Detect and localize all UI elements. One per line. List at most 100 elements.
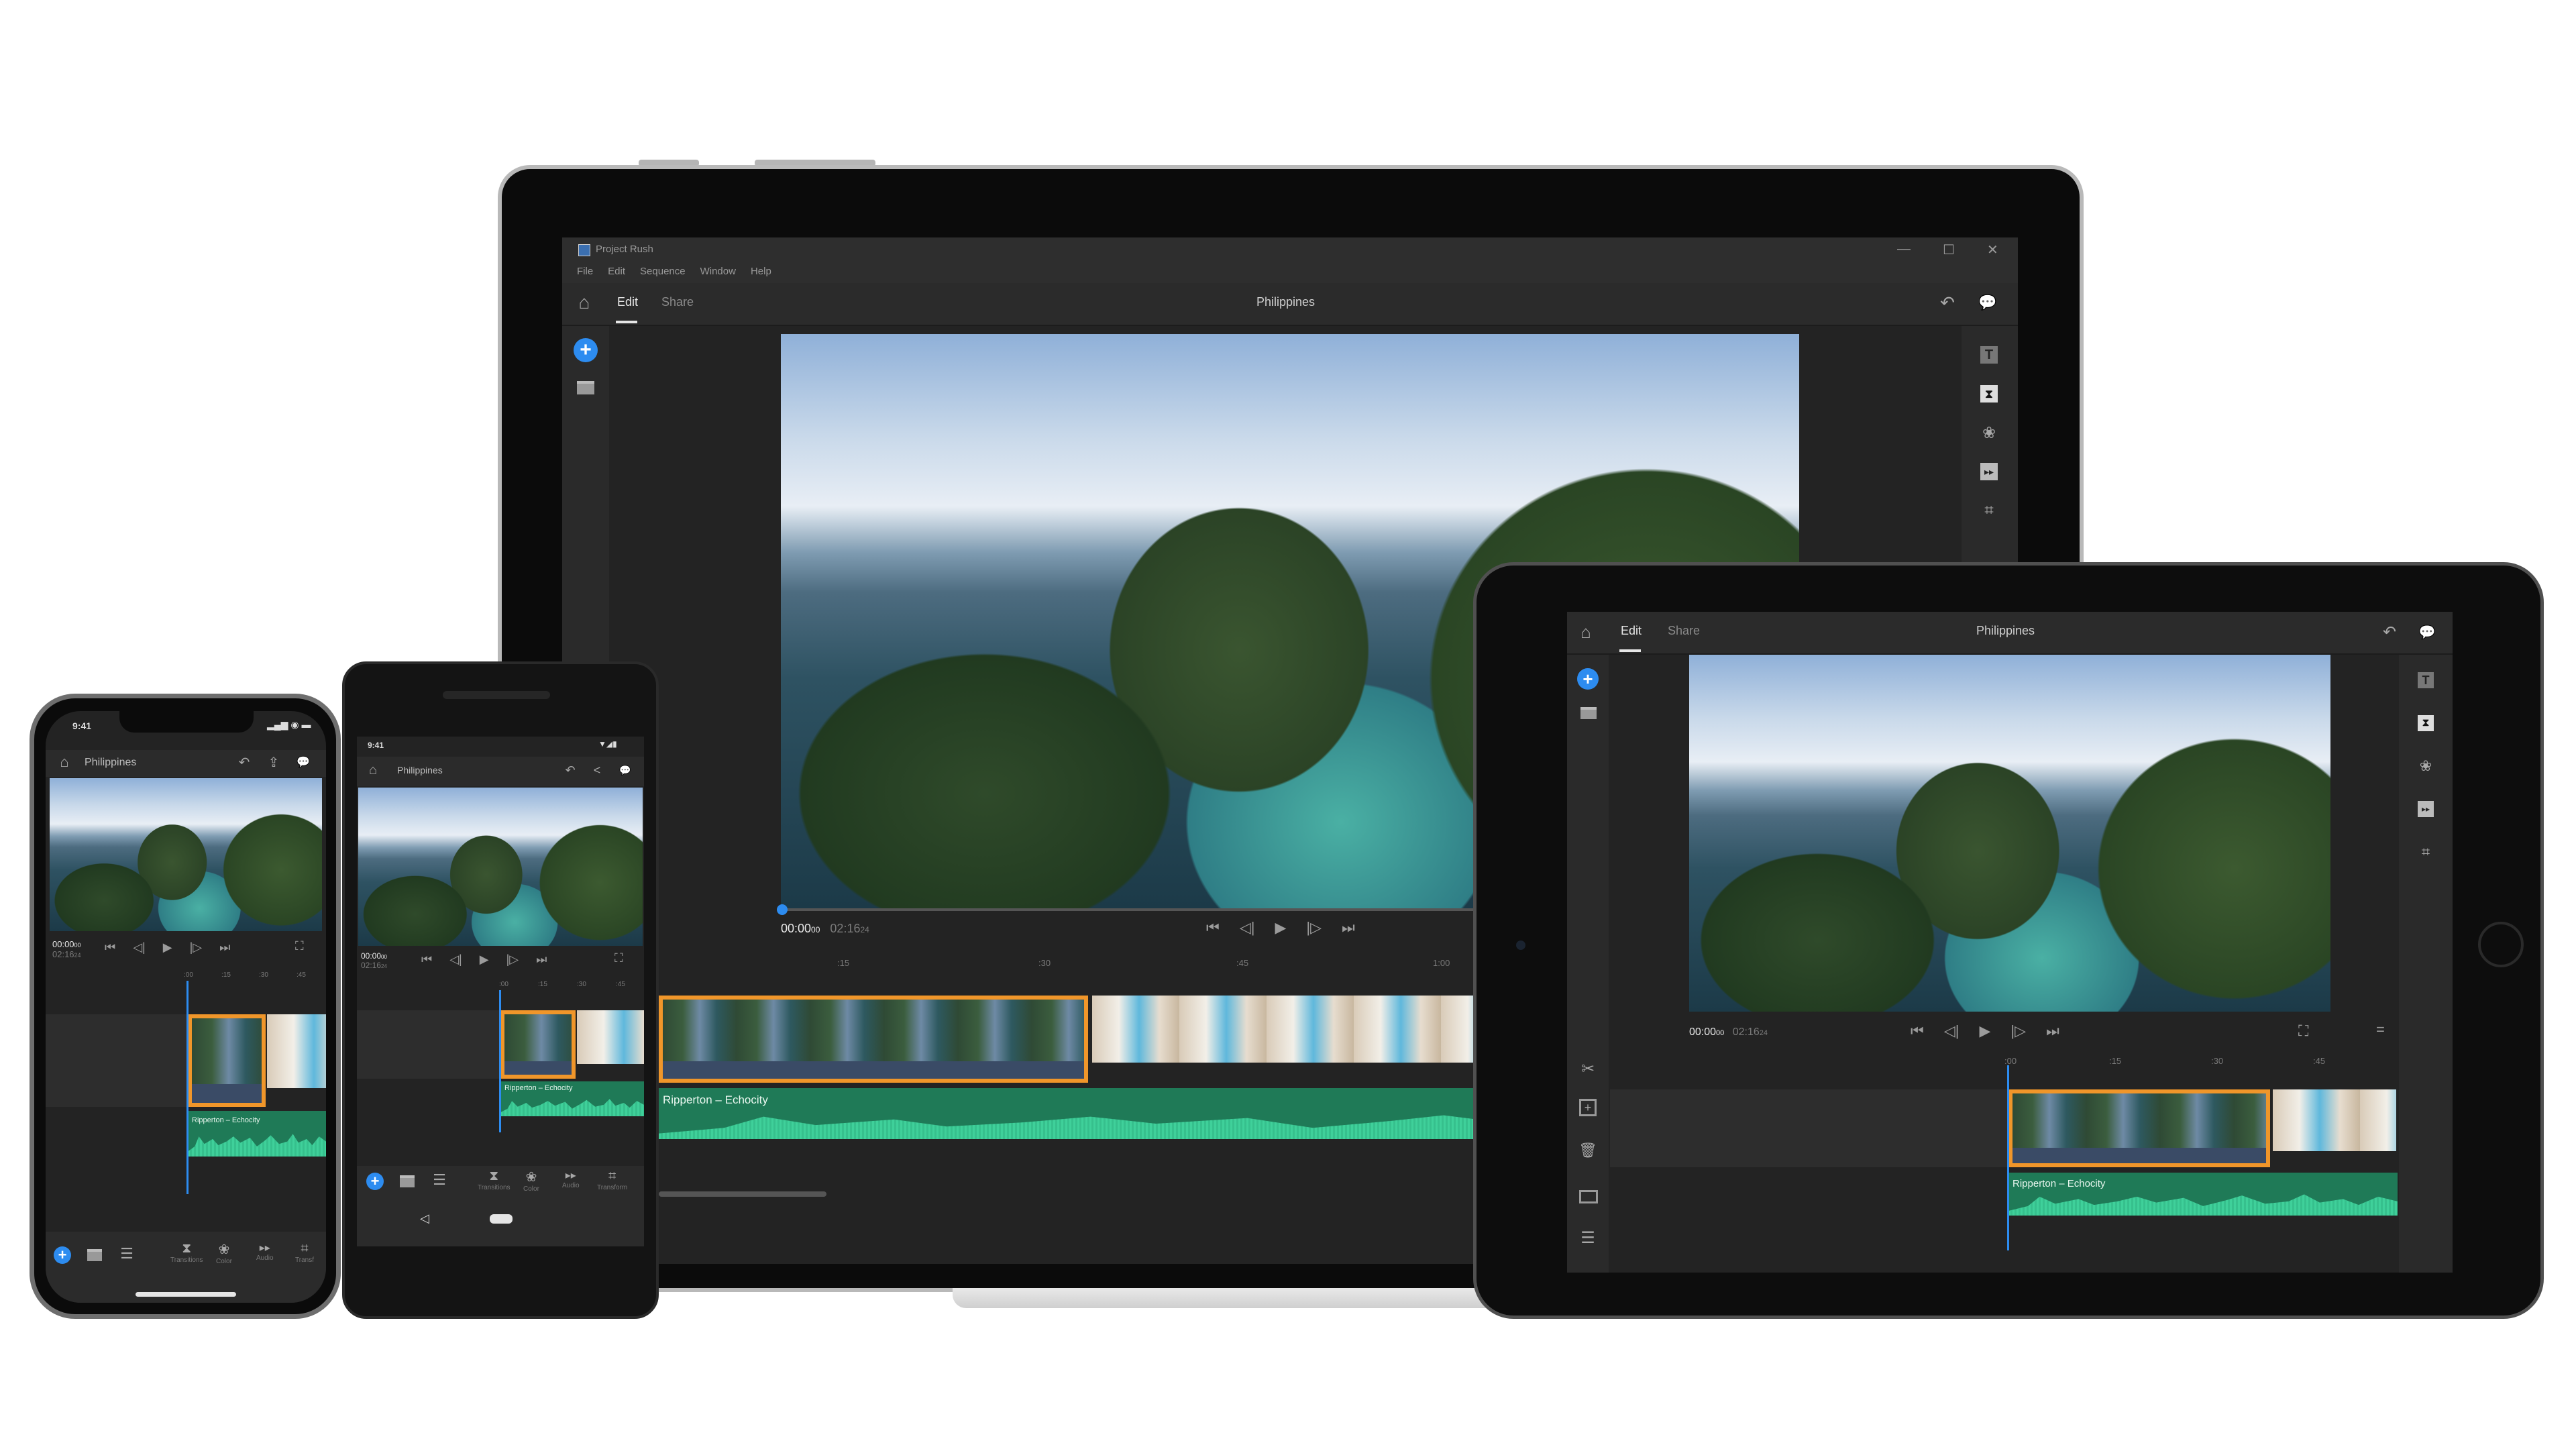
- video-clip-selected[interactable]: [188, 1014, 266, 1107]
- play-icon[interactable]: ▶: [163, 941, 172, 955]
- undo-icon[interactable]: ↶: [1937, 292, 1957, 313]
- step-forward-icon[interactable]: |▷: [506, 953, 519, 967]
- step-back-icon[interactable]: ◁|: [133, 941, 146, 955]
- audio-icon[interactable]: ▸▸: [1980, 463, 1998, 480]
- playhead[interactable]: [2007, 1065, 2009, 1250]
- tablet-home-button[interactable]: [2478, 922, 2524, 967]
- audio-clip[interactable]: Ripperton – Echocity: [500, 1081, 644, 1116]
- share-icon[interactable]: <: [589, 762, 605, 778]
- playhead[interactable]: [499, 990, 501, 1132]
- tab-edit[interactable]: Edit: [617, 295, 638, 309]
- skip-end-icon[interactable]: ⏭: [1342, 919, 1355, 936]
- tab-share[interactable]: Share: [1668, 624, 1700, 638]
- home-icon[interactable]: ⌂: [1576, 622, 1595, 642]
- menu-window[interactable]: Window: [700, 266, 736, 277]
- android-back-button[interactable]: ◁: [420, 1212, 429, 1226]
- tool-color[interactable]: ❀ Color: [523, 1169, 539, 1193]
- project-assets-icon[interactable]: [1580, 707, 1597, 719]
- track-list-icon[interactable]: ☰: [118, 1245, 136, 1263]
- maximize-button[interactable]: ☐: [1943, 241, 1955, 258]
- home-icon[interactable]: ⌂: [56, 753, 72, 770]
- tool-transform[interactable]: ⌗ Transform: [597, 1169, 627, 1191]
- duplicate-icon[interactable]: +: [1579, 1099, 1597, 1116]
- video-clip-selected[interactable]: [2008, 1089, 2270, 1167]
- android-home-button[interactable]: [490, 1214, 513, 1224]
- fullscreen-icon[interactable]: ⛶: [614, 951, 623, 965]
- audio-clip[interactable]: Ripperton – Echocity: [2008, 1173, 2398, 1216]
- video-preview[interactable]: [50, 778, 322, 931]
- play-icon[interactable]: ▶: [1979, 1022, 1990, 1040]
- tool-transitions[interactable]: ⧗ Transitions: [170, 1241, 203, 1264]
- tab-share[interactable]: Share: [661, 295, 694, 309]
- video-preview[interactable]: [1689, 655, 2330, 1012]
- comment-icon[interactable]: 💬: [1978, 292, 1998, 313]
- skip-end-icon[interactable]: ⏭: [536, 953, 547, 967]
- transitions-icon[interactable]: ⧗: [2418, 715, 2434, 731]
- audio-clip[interactable]: Ripperton – Echocity: [188, 1111, 326, 1157]
- video-clip[interactable]: [267, 1014, 326, 1088]
- undo-icon[interactable]: ↶: [2380, 623, 2399, 641]
- color-icon[interactable]: ❀: [2418, 757, 2434, 774]
- skip-start-icon[interactable]: ⏮: [105, 941, 115, 955]
- track-list-icon[interactable]: ☰: [431, 1171, 448, 1189]
- delete-icon[interactable]: 🗑: [1576, 1139, 1599, 1162]
- skip-end-icon[interactable]: ⏭: [2046, 1022, 2059, 1040]
- skip-start-icon[interactable]: ⏮: [421, 953, 432, 967]
- skip-start-icon[interactable]: ⏮: [1911, 1022, 1924, 1040]
- track-list-icon[interactable]: ☰: [1576, 1226, 1599, 1249]
- skip-start-icon[interactable]: ⏮: [1206, 919, 1220, 936]
- step-back-icon[interactable]: ◁|: [1240, 919, 1255, 936]
- transform-icon[interactable]: ⌗: [1980, 501, 1998, 519]
- project-assets-icon[interactable]: [577, 381, 594, 394]
- extract-icon[interactable]: [1579, 1190, 1598, 1203]
- scrubber-handle[interactable]: [777, 904, 788, 915]
- split-icon[interactable]: ✂: [1576, 1057, 1599, 1080]
- home-icon[interactable]: ⌂: [365, 762, 381, 778]
- home-icon[interactable]: ⌂: [574, 292, 594, 313]
- project-assets-icon[interactable]: [400, 1175, 415, 1187]
- menu-icon[interactable]: =: [2376, 1021, 2385, 1038]
- menu-sequence[interactable]: Sequence: [640, 266, 686, 277]
- close-button[interactable]: ✕: [1987, 241, 1998, 258]
- tool-audio[interactable]: ▸▸ Audio: [562, 1169, 580, 1189]
- step-forward-icon[interactable]: |▷: [2010, 1022, 2026, 1040]
- video-preview[interactable]: [358, 788, 643, 946]
- tool-transform[interactable]: ⌗ Transf: [295, 1241, 314, 1264]
- play-icon[interactable]: ▶: [480, 953, 489, 967]
- tab-edit[interactable]: Edit: [1621, 624, 1642, 638]
- step-back-icon[interactable]: ◁|: [449, 953, 462, 967]
- menu-file[interactable]: File: [577, 266, 593, 277]
- transitions-icon[interactable]: ⧗: [1980, 385, 1998, 402]
- video-clip[interactable]: [577, 1010, 644, 1064]
- comment-icon[interactable]: 💬: [617, 762, 633, 778]
- fullscreen-icon[interactable]: ⛶: [295, 939, 304, 953]
- video-clip[interactable]: [2273, 1089, 2396, 1151]
- titles-icon[interactable]: T: [2418, 672, 2434, 688]
- color-icon[interactable]: ❀: [1980, 424, 1998, 442]
- skip-end-icon[interactable]: ⏭: [219, 941, 230, 955]
- project-assets-icon[interactable]: [87, 1249, 102, 1261]
- tool-audio[interactable]: ▸▸ Audio: [256, 1241, 274, 1262]
- step-back-icon[interactable]: ◁|: [1944, 1022, 1960, 1040]
- minimize-button[interactable]: —: [1897, 241, 1911, 257]
- audio-icon[interactable]: ▸▸: [2418, 801, 2434, 817]
- playhead[interactable]: [186, 981, 189, 1194]
- comment-icon[interactable]: 💬: [2418, 623, 2436, 641]
- timeline-scrollbar[interactable]: [659, 1191, 826, 1197]
- menu-edit[interactable]: Edit: [608, 266, 625, 277]
- step-forward-icon[interactable]: |▷: [1306, 919, 1322, 936]
- menu-help[interactable]: Help: [751, 266, 771, 277]
- tool-transitions[interactable]: ⧗ Transitions: [478, 1169, 511, 1191]
- titles-icon[interactable]: T: [1980, 346, 1998, 364]
- undo-icon[interactable]: ↶: [562, 762, 578, 778]
- play-icon[interactable]: ▶: [1275, 919, 1286, 936]
- video-clip-selected[interactable]: [659, 996, 1088, 1083]
- share-icon[interactable]: ⇪: [266, 754, 282, 770]
- home-indicator[interactable]: [136, 1292, 236, 1297]
- transform-icon[interactable]: ⌗: [2418, 843, 2434, 860]
- add-media-button[interactable]: +: [366, 1173, 384, 1190]
- add-media-button[interactable]: +: [1577, 668, 1599, 690]
- comment-icon[interactable]: 💬: [295, 754, 311, 770]
- tool-color[interactable]: ❀ Color: [216, 1241, 232, 1265]
- undo-icon[interactable]: ↶: [236, 754, 252, 770]
